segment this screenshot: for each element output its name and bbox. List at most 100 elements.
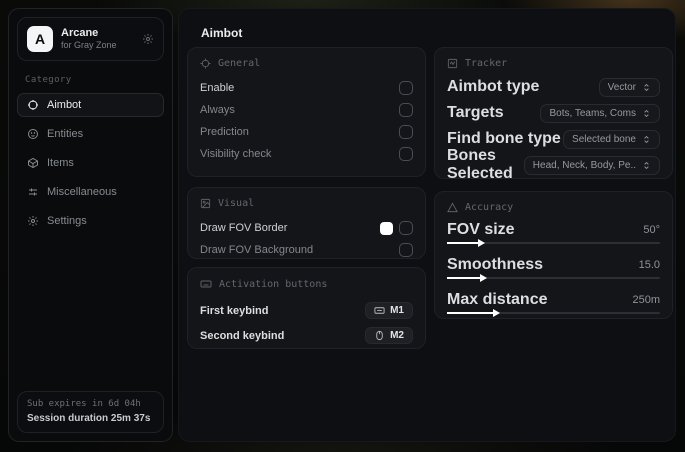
find-bone-type-value: Selected bone xyxy=(572,133,636,145)
max-distance-slider[interactable] xyxy=(447,309,660,317)
targets-row: Targets Bots, Teams, Coms xyxy=(447,103,660,123)
chevrons-up-down-icon xyxy=(642,135,651,144)
sidebar-item-label: Aimbot xyxy=(47,99,82,111)
smoothness-slider[interactable] xyxy=(447,274,660,282)
sidebar-item-items[interactable]: Items xyxy=(17,151,164,175)
sidebar-item-miscellaneous[interactable]: Miscellaneous xyxy=(17,180,164,204)
enable-checkbox[interactable] xyxy=(399,81,413,95)
max-distance-label: Max distance xyxy=(447,291,548,308)
sidebar-item-label: Entities xyxy=(47,128,84,140)
find-bone-type-select[interactable]: Selected bone xyxy=(563,129,660,149)
first-keybind-row: First keybind M1 xyxy=(200,298,413,323)
sidebar-item-settings[interactable]: Settings xyxy=(17,209,164,233)
second-keybind-label: Second keybind xyxy=(200,329,285,342)
activity-icon xyxy=(447,58,458,69)
tracker-card: Tracker Aimbot type Vector Targets Bots,… xyxy=(434,47,673,182)
image-icon xyxy=(200,198,211,209)
prediction-row: Prediction xyxy=(200,121,413,143)
always-label: Always xyxy=(200,104,235,116)
sidebar-item-label: Miscellaneous xyxy=(47,186,117,198)
smoothness-value: 15.0 xyxy=(638,259,660,271)
sliders-icon xyxy=(26,186,39,198)
first-keybind-value: M1 xyxy=(390,305,404,316)
sidebar-item-label: Items xyxy=(47,157,74,169)
smoothness-label: Smoothness xyxy=(447,256,544,273)
aimbot-type-label: Aimbot type xyxy=(447,78,540,95)
find-bone-type-row: Find bone type Selected bone xyxy=(447,129,660,149)
chevrons-up-down-icon xyxy=(642,83,651,92)
aimbot-type-select[interactable]: Vector xyxy=(598,77,660,97)
sidebar: A Arcane for Gray Zone Category Aimbot E… xyxy=(8,8,173,442)
draw-fov-border-label: Draw FOV Border xyxy=(200,222,288,234)
chevrons-up-down-icon xyxy=(642,109,651,118)
triangle-icon xyxy=(447,202,458,213)
visual-card: Visual Draw FOV Border Draw FOV Backgrou… xyxy=(187,187,426,259)
session-duration-text: Session duration 25m 37s xyxy=(27,413,151,424)
smoothness-group: Smoothness 15.0 xyxy=(447,256,660,282)
mouse-icon xyxy=(374,330,385,341)
app-name: Arcane xyxy=(61,26,99,39)
draw-fov-background-label: Draw FOV Background xyxy=(200,244,314,256)
app-header: A Arcane for Gray Zone xyxy=(17,17,164,61)
entities-icon xyxy=(26,128,39,140)
find-bone-type-label: Find bone type xyxy=(447,130,561,147)
package-icon xyxy=(26,157,39,169)
visibility-check-row: Visibility check xyxy=(200,143,413,165)
crosshair-icon xyxy=(200,58,211,69)
first-keybind-label: First keybind xyxy=(200,304,269,317)
category-label: Category xyxy=(25,75,72,85)
always-row: Always xyxy=(200,99,413,121)
prediction-label: Prediction xyxy=(200,126,249,138)
accuracy-card: Accuracy FOV size 50° Smoothness 15.0 Ma… xyxy=(434,191,673,319)
aimbot-type-value: Vector xyxy=(607,81,636,93)
general-card: General Enable Always Prediction Visibil… xyxy=(187,47,426,177)
sidebar-nav: Aimbot Entities Items Miscellaneous Sett… xyxy=(9,93,172,233)
draw-fov-background-row: Draw FOV Background xyxy=(200,239,413,261)
visibility-check-label: Visibility check xyxy=(200,148,272,160)
activation-header: Activation buttons xyxy=(219,278,328,290)
enable-label: Enable xyxy=(200,82,235,94)
activation-buttons-card: Activation buttons First keybind M1 Seco… xyxy=(187,267,426,349)
prediction-checkbox[interactable] xyxy=(399,125,413,139)
main-panel: Aimbot General Enable Always Prediction … xyxy=(178,8,676,442)
general-header: General xyxy=(218,58,261,69)
gear-icon xyxy=(26,215,39,227)
fov-border-color-swatch[interactable] xyxy=(380,221,393,235)
visibility-check-checkbox[interactable] xyxy=(399,147,413,161)
visual-header: Visual xyxy=(218,198,255,209)
max-distance-value: 250m xyxy=(632,294,660,306)
second-keybind-button[interactable]: M2 xyxy=(365,327,413,344)
fov-size-group: FOV size 50° xyxy=(447,221,660,247)
targets-label: Targets xyxy=(447,104,504,121)
sidebar-item-entities[interactable]: Entities xyxy=(17,122,164,146)
crosshair-icon xyxy=(26,99,39,111)
aimbot-type-row: Aimbot type Vector xyxy=(447,77,660,97)
fov-size-slider[interactable] xyxy=(447,239,660,247)
keyboard-icon xyxy=(374,305,385,316)
fov-size-value: 50° xyxy=(643,224,660,236)
sidebar-item-label: Settings xyxy=(47,215,87,227)
sidebar-item-aimbot[interactable]: Aimbot xyxy=(17,93,164,117)
keyboard-icon xyxy=(200,278,212,290)
page-title: Aimbot xyxy=(201,26,243,40)
draw-fov-border-checkbox[interactable] xyxy=(399,221,413,235)
fov-size-label: FOV size xyxy=(447,221,515,238)
bones-selected-value: Head, Neck, Body, Pe.. xyxy=(532,159,636,171)
second-keybind-value: M2 xyxy=(390,330,404,341)
max-distance-group: Max distance 250m xyxy=(447,291,660,317)
enable-row: Enable xyxy=(200,77,413,99)
subscription-info: Sub expires in 6d 04h Session duration 2… xyxy=(17,390,164,433)
settings-gear-icon[interactable] xyxy=(142,33,154,45)
app-logo: A xyxy=(27,26,53,52)
draw-fov-background-checkbox[interactable] xyxy=(399,243,413,257)
targets-value: Bots, Teams, Coms xyxy=(549,107,636,119)
bones-selected-select[interactable]: Head, Neck, Body, Pe.. xyxy=(523,155,660,175)
tracker-header: Tracker xyxy=(465,58,508,69)
first-keybind-button[interactable]: M1 xyxy=(365,302,413,319)
app-subtitle: for Gray Zone xyxy=(61,40,117,51)
second-keybind-row: Second keybind M2 xyxy=(200,323,413,348)
always-checkbox[interactable] xyxy=(399,103,413,117)
sub-expires-text: Sub expires in 6d 04h xyxy=(27,398,141,409)
bones-selected-row: Bones Selected Head, Neck, Body, Pe.. xyxy=(447,147,660,182)
targets-select[interactable]: Bots, Teams, Coms xyxy=(540,103,660,123)
